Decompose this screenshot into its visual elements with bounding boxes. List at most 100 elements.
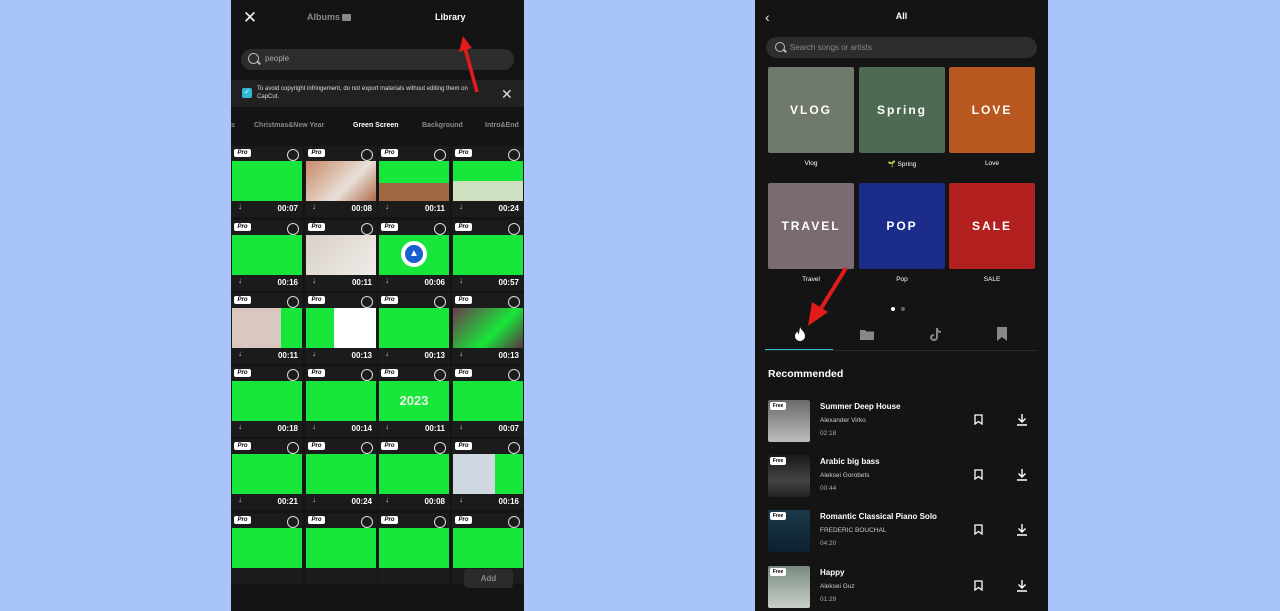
select-circle-icon[interactable] (508, 369, 520, 381)
media-tile[interactable]: Pro (231, 513, 303, 584)
media-tile[interactable]: Pro ↓ 00:11 (231, 293, 303, 364)
download-icon[interactable]: ↓ (238, 202, 242, 211)
media-tile[interactable]: Pro ↓ 00:08 (378, 439, 450, 510)
media-tile[interactable]: Pro ↓ 00:08 (305, 146, 377, 217)
select-circle-icon[interactable] (434, 149, 446, 161)
select-circle-icon[interactable] (361, 516, 373, 528)
song-cover: Free (768, 455, 810, 497)
tiktok-icon[interactable] (927, 326, 943, 342)
pro-badge: Pro (234, 296, 251, 304)
search-songs-input[interactable]: Search songs or artists (766, 37, 1037, 58)
download-icon[interactable]: ↓ (238, 495, 242, 504)
media-tile[interactable]: Pro ↓ 00:07 (231, 146, 303, 217)
category-tab-background[interactable]: Background (422, 122, 463, 129)
song-row[interactable]: Free Romantic Classical Piano Solo FREDE… (768, 510, 1038, 554)
media-tile[interactable]: Pro ↓ 00:24 (452, 146, 524, 217)
song-duration: 04:20 (820, 540, 837, 547)
download-icon[interactable]: ↓ (385, 276, 389, 285)
download-icon[interactable] (1016, 413, 1028, 426)
media-tile[interactable]: Pro ↓ 00:11 (378, 146, 450, 217)
select-circle-icon[interactable] (287, 223, 299, 235)
media-tile[interactable]: Pro (305, 513, 377, 584)
select-circle-icon[interactable] (287, 369, 299, 381)
download-icon[interactable]: ↓ (459, 422, 463, 431)
download-icon[interactable]: ↓ (385, 495, 389, 504)
close-icon[interactable]: ✕ (241, 9, 259, 27)
select-circle-icon[interactable] (508, 442, 520, 454)
download-icon[interactable]: ↓ (312, 349, 316, 358)
select-circle-icon[interactable] (361, 369, 373, 381)
download-icon[interactable]: ↓ (238, 422, 242, 431)
playlist-cover-text: Spring (877, 103, 927, 117)
bookmark-icon[interactable] (974, 469, 983, 480)
select-circle-icon[interactable] (434, 223, 446, 235)
select-circle-icon[interactable] (508, 149, 520, 161)
checkbox-icon[interactable]: ✓ (242, 88, 252, 98)
media-tile[interactable]: Pro ↓ 00:16 (231, 220, 303, 291)
media-tile[interactable]: Pro ↓ 00:13 (452, 293, 524, 364)
download-icon[interactable]: ↓ (459, 276, 463, 285)
select-circle-icon[interactable] (361, 442, 373, 454)
duration-label: 00:14 (351, 424, 372, 433)
download-icon[interactable]: ↓ (238, 276, 242, 285)
select-circle-icon[interactable] (287, 442, 299, 454)
select-circle-icon[interactable] (287, 516, 299, 528)
select-circle-icon[interactable] (434, 516, 446, 528)
download-icon[interactable]: ↓ (238, 349, 242, 358)
select-circle-icon[interactable] (434, 369, 446, 381)
tab-library[interactable]: Library (435, 12, 466, 22)
media-tile[interactable]: Pro ↓ 00:13 (305, 293, 377, 364)
media-tile[interactable]: ▲ Pro ↓ 00:06 (378, 220, 450, 291)
bookmark-icon[interactable] (974, 414, 983, 425)
select-circle-icon[interactable] (287, 149, 299, 161)
category-tab-green-screen[interactable]: Green Screen (353, 122, 399, 129)
download-icon[interactable]: ↓ (385, 349, 389, 358)
dismiss-notice-icon[interactable]: ✕ (501, 86, 513, 103)
bookmark-tab-icon[interactable] (994, 326, 1010, 342)
media-thumbnail (306, 528, 376, 568)
category-tab-intro-end[interactable]: Intro&End (485, 122, 519, 129)
media-tile[interactable]: Pro ↓ 00:16 (452, 439, 524, 510)
select-circle-icon[interactable] (434, 442, 446, 454)
song-row[interactable]: Free Summer Deep House Alexander Virko 0… (768, 400, 1038, 444)
media-tile[interactable]: Pro ↓ 00:24 (305, 439, 377, 510)
media-tile[interactable]: Pro ↓ 00:14 (305, 366, 377, 437)
download-icon[interactable] (1016, 523, 1028, 536)
download-icon[interactable]: ↓ (385, 202, 389, 211)
download-icon[interactable]: ↓ (312, 422, 316, 431)
select-circle-icon[interactable] (361, 149, 373, 161)
tab-albums[interactable]: Albums (307, 12, 352, 22)
select-circle-icon[interactable] (361, 296, 373, 308)
media-tile[interactable]: Pro ↓ 00:18 (231, 366, 303, 437)
bookmark-icon[interactable] (974, 524, 983, 535)
download-icon[interactable]: ↓ (459, 495, 463, 504)
media-tile[interactable]: Pro ↓ 00:07 (452, 366, 524, 437)
download-icon[interactable]: ↓ (459, 349, 463, 358)
download-icon[interactable] (1016, 579, 1028, 592)
media-tile[interactable]: Pro ↓ 00:13 (378, 293, 450, 364)
media-tile[interactable]: Pro ↓ 00:57 (452, 220, 524, 291)
select-circle-icon[interactable] (287, 296, 299, 308)
media-tile[interactable]: 2023 Pro ↓ 00:11 (378, 366, 450, 437)
download-icon[interactable]: ↓ (312, 202, 316, 211)
add-button[interactable]: Add (464, 569, 513, 588)
download-icon[interactable]: ↓ (385, 422, 389, 431)
select-circle-icon[interactable] (508, 223, 520, 235)
song-row[interactable]: Free Happy Aleksei Guz 01:29 (768, 566, 1038, 610)
download-icon[interactable]: ↓ (312, 495, 316, 504)
folder-icon[interactable] (859, 326, 875, 342)
select-circle-icon[interactable] (508, 516, 520, 528)
media-tile[interactable]: Pro ↓ 00:21 (231, 439, 303, 510)
download-icon[interactable]: ↓ (312, 276, 316, 285)
song-row[interactable]: Free Arabic big bass Aleksei Gorobets 00… (768, 455, 1038, 499)
select-circle-icon[interactable] (508, 296, 520, 308)
bookmark-icon[interactable] (974, 580, 983, 591)
category-tab-christmas[interactable]: Christmas&New Year (254, 122, 324, 129)
select-circle-icon[interactable] (434, 296, 446, 308)
media-tile[interactable]: Pro (378, 513, 450, 584)
download-icon[interactable]: ↓ (459, 202, 463, 211)
media-tile[interactable]: Pro ↓ 00:11 (305, 220, 377, 291)
category-tab[interactable]: s (231, 122, 235, 129)
download-icon[interactable] (1016, 468, 1028, 481)
select-circle-icon[interactable] (361, 223, 373, 235)
